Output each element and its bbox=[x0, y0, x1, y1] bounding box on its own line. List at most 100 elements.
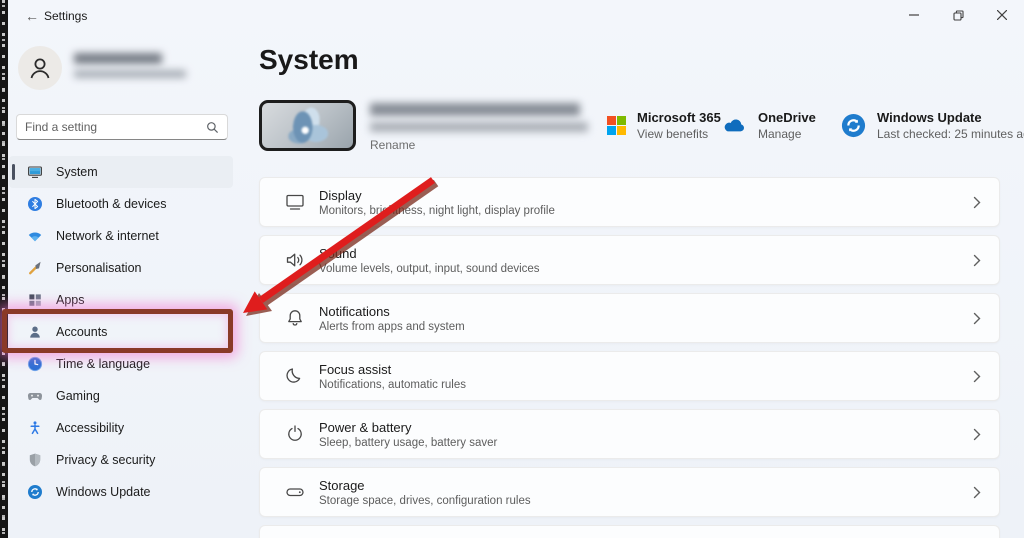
window-title: Settings bbox=[44, 9, 87, 23]
card-sound[interactable]: Sound Volume levels, output, input, soun… bbox=[259, 235, 1000, 285]
user-email-redacted bbox=[74, 70, 186, 78]
manage-link[interactable]: Manage bbox=[758, 127, 816, 141]
last-checked-status: Last checked: 25 minutes ago bbox=[877, 127, 1024, 141]
card-title: Notifications bbox=[319, 304, 465, 319]
sidebar-item-label: Network & internet bbox=[56, 229, 159, 243]
personalisation-icon bbox=[27, 260, 43, 276]
focus-assist-icon bbox=[284, 365, 306, 387]
sidebar-item-gaming[interactable]: Gaming bbox=[9, 380, 233, 412]
card-display[interactable]: Display Monitors, brightness, night ligh… bbox=[259, 177, 1000, 227]
quick-link-microsoft-365: Microsoft 365 View benefits bbox=[607, 105, 721, 145]
gaming-icon bbox=[27, 388, 43, 404]
search-input[interactable] bbox=[25, 120, 206, 134]
sidebar-nav: System Bluetooth & devices Network & int… bbox=[8, 156, 234, 508]
card-description: Sleep, battery usage, battery saver bbox=[319, 437, 497, 449]
back-button[interactable]: ← bbox=[20, 4, 44, 28]
card-description: Storage space, drives, configuration rul… bbox=[319, 495, 531, 507]
sidebar-item-network-internet[interactable]: Network & internet bbox=[9, 220, 233, 252]
card-title: Storage bbox=[319, 478, 531, 493]
chevron-right-icon bbox=[973, 312, 981, 325]
sidebar-item-label: Accessibility bbox=[56, 421, 124, 435]
card-title: Display bbox=[319, 188, 555, 203]
card-focus-assist[interactable]: Focus assist Notifications, automatic ru… bbox=[259, 351, 1000, 401]
settings-window: ← Settings bbox=[0, 0, 1024, 538]
microsoft-365-icon bbox=[607, 116, 626, 135]
card-notifications[interactable]: Notifications Alerts from apps and syste… bbox=[259, 293, 1000, 343]
quick-link-title: OneDrive bbox=[758, 110, 816, 125]
minimize-icon bbox=[909, 10, 919, 20]
time-language-icon bbox=[27, 356, 43, 372]
chevron-right-icon bbox=[973, 428, 981, 441]
card-title: Power & battery bbox=[319, 420, 497, 435]
rename-link[interactable]: Rename bbox=[370, 138, 415, 152]
notifications-icon bbox=[284, 307, 306, 329]
sidebar-item-time-language[interactable]: Time & language bbox=[9, 348, 233, 380]
sidebar-item-personalisation[interactable]: Personalisation bbox=[9, 252, 233, 284]
power-battery-icon bbox=[284, 423, 306, 445]
card-description: Alerts from apps and system bbox=[319, 321, 465, 333]
privacy-icon bbox=[27, 452, 43, 468]
quick-link-title: Windows Update bbox=[877, 110, 1024, 125]
settings-card-list: Display Monitors, brightness, night ligh… bbox=[259, 177, 1000, 538]
onedrive-icon bbox=[721, 117, 747, 134]
device-model-redacted bbox=[370, 122, 588, 132]
sidebar-item-label: Time & language bbox=[56, 357, 150, 371]
search-icon bbox=[206, 121, 219, 134]
view-benefits-link[interactable]: View benefits bbox=[637, 127, 721, 141]
device-thumbnail bbox=[259, 100, 356, 151]
card-storage[interactable]: Storage Storage space, drives, configura… bbox=[259, 467, 1000, 517]
accounts-icon bbox=[27, 324, 43, 340]
quick-link-title: Microsoft 365 bbox=[637, 110, 721, 125]
quick-link-onedrive: OneDrive Manage bbox=[721, 105, 816, 145]
card-description: Monitors, brightness, night light, displ… bbox=[319, 205, 555, 217]
sidebar-item-label: Gaming bbox=[56, 389, 100, 403]
apps-icon bbox=[27, 292, 43, 308]
sidebar-item-accessibility[interactable]: Accessibility bbox=[9, 412, 233, 444]
restore-button[interactable] bbox=[936, 0, 980, 30]
card-description: Notifications, automatic rules bbox=[319, 379, 466, 391]
titlebar: ← Settings bbox=[8, 0, 1024, 32]
person-icon bbox=[27, 55, 53, 81]
chevron-right-icon bbox=[973, 486, 981, 499]
accessibility-icon bbox=[27, 420, 43, 436]
background-window-edge bbox=[0, 0, 8, 538]
sidebar-item-label: Accounts bbox=[56, 325, 107, 339]
sidebar-item-bluetooth-devices[interactable]: Bluetooth & devices bbox=[9, 188, 233, 220]
device-name-redacted bbox=[370, 103, 580, 116]
sidebar-item-label: Bluetooth & devices bbox=[56, 197, 167, 211]
chevron-right-icon bbox=[973, 196, 981, 209]
sidebar-item-label: Privacy & security bbox=[56, 453, 155, 467]
sidebar-item-windows-update[interactable]: Windows Update bbox=[9, 476, 233, 508]
sidebar-item-system[interactable]: System bbox=[9, 156, 233, 188]
card-description: Volume levels, output, input, sound devi… bbox=[319, 263, 540, 275]
back-arrow-icon: ← bbox=[25, 8, 39, 24]
restore-icon bbox=[953, 10, 964, 21]
sidebar-item-privacy-security[interactable]: Privacy & security bbox=[9, 444, 233, 476]
chevron-right-icon bbox=[973, 254, 981, 267]
minimize-button[interactable] bbox=[892, 0, 936, 30]
card-power-battery[interactable]: Power & battery Sleep, battery usage, ba… bbox=[259, 409, 1000, 459]
storage-icon bbox=[284, 481, 306, 503]
wallpaper-bloom bbox=[280, 105, 340, 151]
card-title: Focus assist bbox=[319, 362, 466, 377]
sound-icon bbox=[284, 249, 306, 271]
avatar[interactable] bbox=[18, 46, 62, 90]
bluetooth-icon bbox=[27, 196, 43, 212]
network-icon bbox=[27, 228, 43, 244]
windows-update-icon bbox=[841, 113, 866, 138]
close-button[interactable] bbox=[980, 0, 1024, 30]
quick-link-windows-update: Windows Update Last checked: 25 minutes … bbox=[841, 105, 1024, 145]
windows-update-icon bbox=[27, 484, 43, 500]
card-partial-next[interactable] bbox=[259, 525, 1000, 538]
sidebar-item-label: Windows Update bbox=[56, 485, 151, 499]
search-box bbox=[16, 114, 228, 140]
user-name-redacted bbox=[74, 53, 162, 64]
sidebar: System Bluetooth & devices Network & int… bbox=[8, 32, 234, 538]
chevron-right-icon bbox=[973, 370, 981, 383]
card-title: Sound bbox=[319, 246, 540, 261]
sidebar-item-label: System bbox=[56, 165, 98, 179]
sidebar-item-accounts[interactable]: Accounts bbox=[9, 316, 233, 348]
close-icon bbox=[997, 10, 1007, 20]
sidebar-item-apps[interactable]: Apps bbox=[9, 284, 233, 316]
page-title: System bbox=[259, 44, 359, 76]
